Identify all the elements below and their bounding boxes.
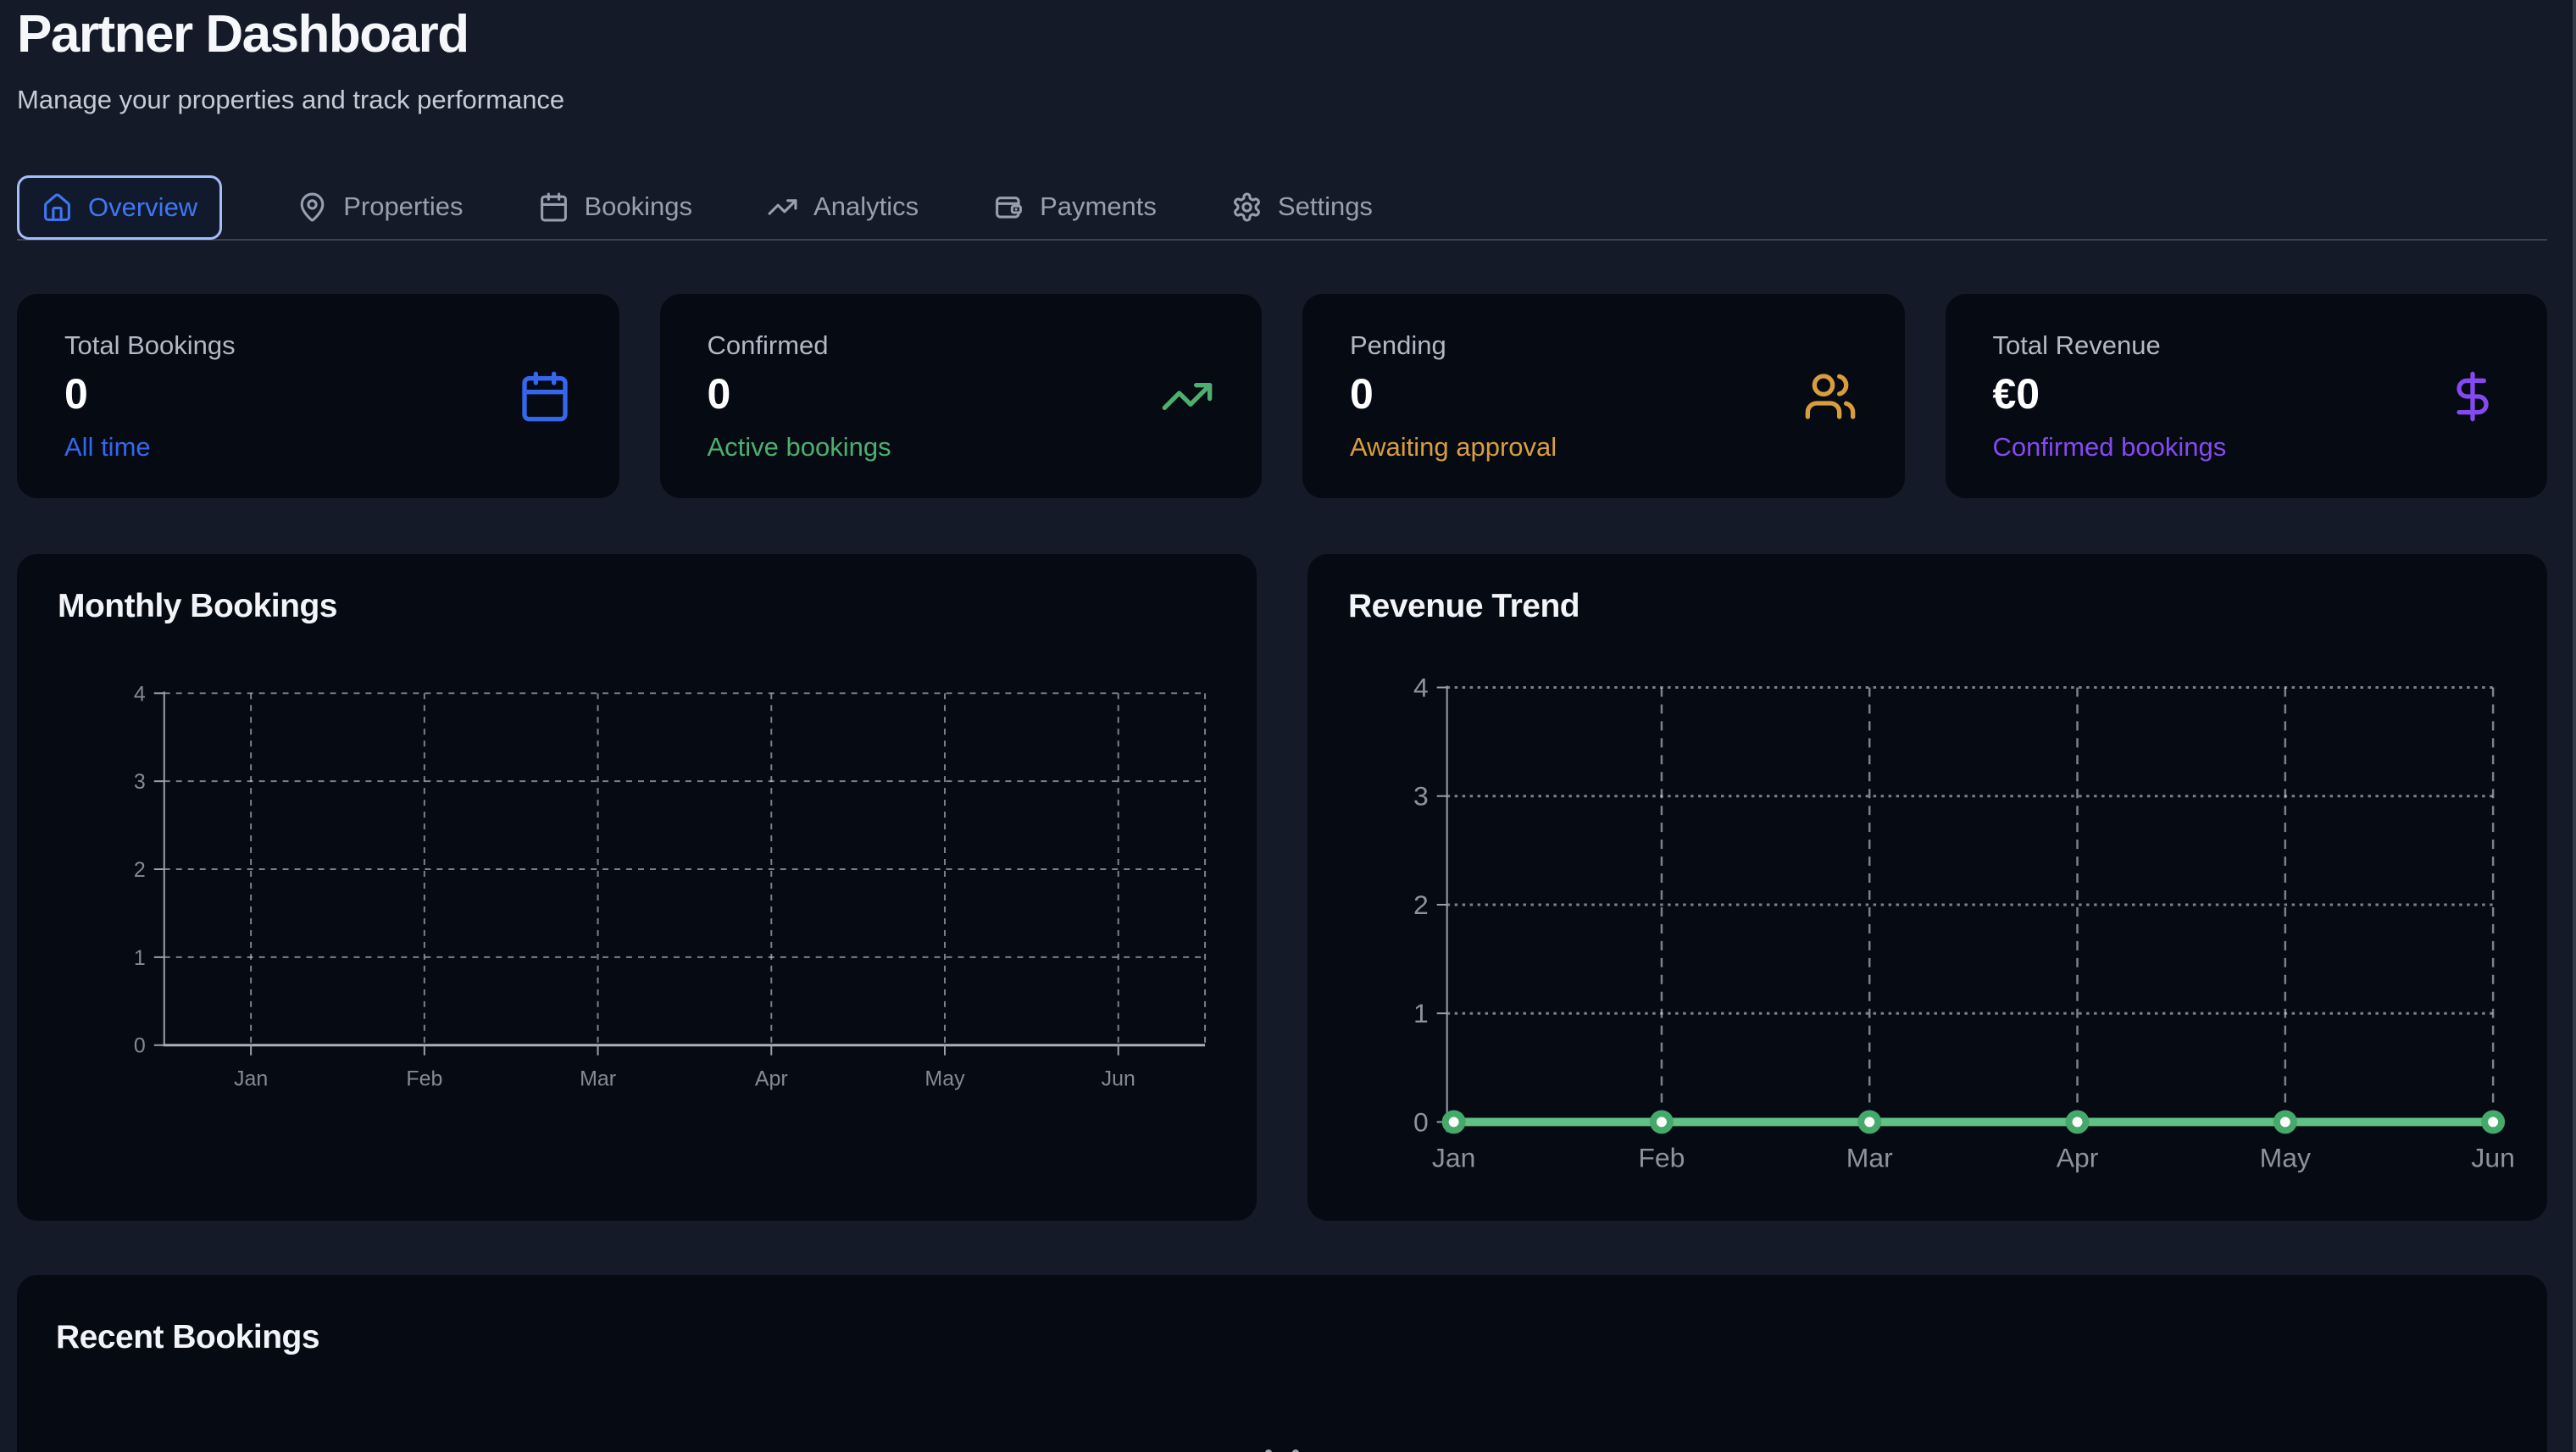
svg-text:3: 3 <box>1413 781 1429 812</box>
tab-label: Payments <box>1040 191 1157 222</box>
page-title: Partner Dashboard <box>17 7 2547 64</box>
charts-row: Monthly Bookings 43210JanFebMarAprMayJun… <box>17 554 2547 1221</box>
tab-label: Properties <box>343 191 463 222</box>
stat-icon-wrap <box>518 369 572 424</box>
calendar-icon <box>518 369 572 424</box>
stat-card-total-revenue: Total Revenue €0 Confirmed bookings <box>1946 294 2548 498</box>
trending-up-icon <box>1160 369 1214 424</box>
stat-label: Pending <box>1350 330 1557 361</box>
stat-text: Total Revenue €0 Confirmed bookings <box>1993 330 2227 463</box>
tab-bookings[interactable]: Bookings <box>538 175 693 239</box>
stat-card-confirmed: Confirmed 0 Active bookings <box>660 294 1263 498</box>
stats-row: Total Bookings 0 All time Confirmed 0 Active … <box>17 294 2547 498</box>
svg-text:Apr: Apr <box>755 1067 788 1091</box>
map-pin-icon <box>297 191 328 223</box>
tab-label: Bookings <box>585 191 693 222</box>
tab-properties[interactable]: Properties <box>297 175 463 239</box>
stat-label: Total Revenue <box>1993 330 2227 361</box>
users-icon <box>1803 369 1857 424</box>
stat-label: Total Bookings <box>64 330 236 361</box>
calendar-icon <box>538 191 569 223</box>
stat-label: Confirmed <box>708 330 891 361</box>
svg-text:May: May <box>2260 1142 2311 1172</box>
svg-text:May: May <box>924 1067 965 1091</box>
svg-text:2: 2 <box>1413 889 1429 920</box>
svg-text:4: 4 <box>134 682 146 706</box>
stat-card-pending: Pending 0 Awaiting approval <box>1302 294 1905 498</box>
recent-bookings-title: Recent Bookings <box>56 1319 319 1356</box>
svg-text:Apr: Apr <box>2057 1142 2099 1172</box>
revenue-trend-chart: 4 3 2 1 0Jan Feb Mar Apr May Jun <box>1307 554 2547 1221</box>
svg-text:0: 0 <box>134 1034 146 1058</box>
stat-text: Total Bookings 0 All time <box>64 330 236 463</box>
tab-label: Analytics <box>813 191 919 222</box>
tab-overview[interactable]: Overview <box>17 175 222 240</box>
stat-caption: Confirmed bookings <box>1993 432 2227 463</box>
stat-value: 0 <box>708 373 891 415</box>
svg-text:2: 2 <box>134 858 146 882</box>
svg-text:Jun: Jun <box>1102 1067 1135 1091</box>
stat-value: 0 <box>1350 373 1557 415</box>
stat-value: 0 <box>64 373 236 415</box>
dollar-sign-icon <box>2446 369 2500 424</box>
calendar-icon <box>1241 1446 1323 1452</box>
stat-icon-wrap <box>1803 369 1857 424</box>
svg-text:Mar: Mar <box>580 1067 616 1091</box>
stat-text: Pending 0 Awaiting approval <box>1350 330 1557 463</box>
tab-label: Settings <box>1278 191 1373 222</box>
stat-card-total-bookings: Total Bookings 0 All time <box>17 294 619 498</box>
monthly-bookings-chart: 4 3 2 1 0 Jan Feb Mar Apr May Jun <box>17 554 1257 1221</box>
svg-text:Feb: Feb <box>406 1067 442 1091</box>
svg-text:Feb: Feb <box>1638 1142 1685 1172</box>
tab-payments[interactable]: Payments <box>993 175 1157 239</box>
svg-text:4: 4 <box>1413 673 1429 703</box>
svg-text:Mar: Mar <box>1846 1142 1893 1172</box>
svg-text:Jan: Jan <box>1432 1142 1475 1172</box>
stat-icon-wrap <box>2446 369 2500 424</box>
svg-text:Jan: Jan <box>234 1067 268 1091</box>
monthly-bookings-card: Monthly Bookings 43210JanFebMarAprMayJun <box>17 554 1257 1221</box>
tab-analytics[interactable]: Analytics <box>767 175 919 239</box>
trending-up-icon <box>767 191 798 223</box>
svg-text:1: 1 <box>1413 998 1429 1028</box>
stat-caption: All time <box>64 432 236 463</box>
stat-caption: Active bookings <box>708 432 891 463</box>
stat-value: €0 <box>1993 373 2227 415</box>
page-subtitle: Manage your properties and track perform… <box>17 84 2547 115</box>
tab-settings[interactable]: Settings <box>1231 175 1373 239</box>
svg-text:0: 0 <box>1413 1107 1429 1138</box>
settings-icon <box>1231 191 1263 223</box>
stat-caption: Awaiting approval <box>1350 432 1557 463</box>
svg-text:1: 1 <box>134 946 146 970</box>
scrollbar[interactable] <box>2573 0 2576 1452</box>
stat-icon-wrap <box>1160 369 1214 424</box>
revenue-trend-card: Revenue Trend 43210JanFebMarAprMayJun <box>1307 554 2547 1221</box>
stat-text: Confirmed 0 Active bookings <box>708 330 891 463</box>
home-icon <box>42 192 73 224</box>
partner-dashboard-page: Partner Dashboard Manage your properties… <box>0 0 2576 1452</box>
tab-label: Overview <box>88 192 197 223</box>
svg-text:3: 3 <box>134 770 146 794</box>
recent-bookings-card: Recent Bookings <box>17 1275 2547 1452</box>
svg-text:Jun: Jun <box>2471 1142 2514 1172</box>
tab-bar: Overview Properties Bookings Analytics Payme… <box>17 175 2547 241</box>
wallet-icon <box>993 191 1024 223</box>
